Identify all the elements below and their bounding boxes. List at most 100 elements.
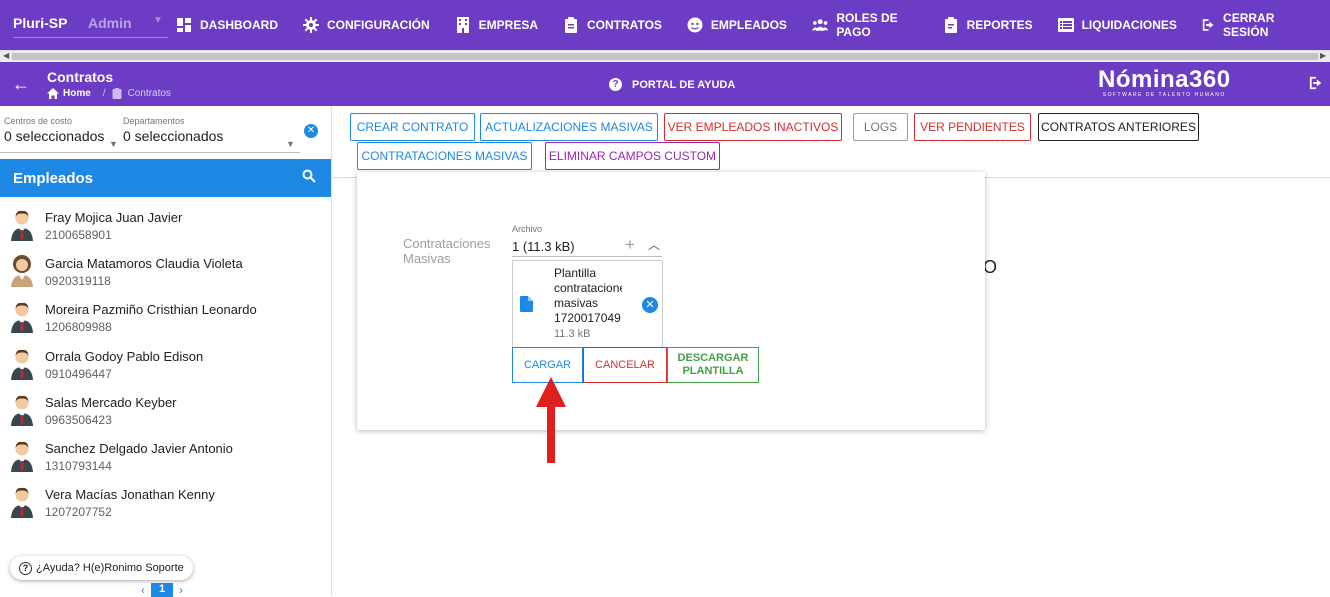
list-item[interactable]: Fray Mojica Juan Javier 2100658901 [0,201,331,247]
nav-configuracion[interactable]: CONFIGURACIÓN [303,14,430,36]
nav-label: CONTRATOS [587,18,662,32]
red-arrow-annotation [536,377,566,463]
role-selector[interactable]: Admin [88,15,132,31]
page-current[interactable]: 1 [151,583,173,597]
avatar [10,440,34,477]
list-item[interactable]: Moreira Pazmiño Cristhian Leonardo 120680… [0,293,331,339]
nav-empresa[interactable]: EMPRESA [455,14,538,36]
employees-header: Empleados [0,159,331,197]
list-item[interactable]: Orrala Godoy Pablo Edison 0910496447 [0,340,331,386]
help-chip-label: ¿Ayuda? H(e)Ronimo Soporte [36,562,184,574]
chevron-down-icon[interactable]: ▼ [286,139,295,149]
employee-list: Fray Mojica Juan Javier 2100658901 Garcia … [0,201,331,524]
scrollbar-thumb[interactable] [12,53,1318,60]
nav-label: LIQUIDACIONES [1081,18,1177,32]
crear-contrato-button[interactable]: CREAR CONTRATO [350,113,475,141]
help-portal-link[interactable]: ? PORTAL DE AYUDA [609,78,735,91]
clear-filters-icon[interactable]: ✕ [304,124,318,138]
chevron-right-icon[interactable]: › [173,583,189,597]
search-icon[interactable] [302,169,316,188]
main-content: CREAR CONTRATO ACTUALIZACIONES MASIVAS V… [333,106,1330,596]
breadcrumb-current: Contratos [127,88,171,99]
breadcrumb-home[interactable]: Home [63,88,91,99]
list-item[interactable]: Vera Macías Jonathan Kenny 1207207752 [0,478,331,524]
nav-roles-de-pago[interactable]: ROLES DE PAGO [811,11,918,39]
list-icon [1057,18,1074,32]
file-input-label: Archivo [512,224,543,234]
help-chip[interactable]: ? ¿Ayuda? H(e)Ronimo Soporte [10,556,193,580]
horizontal-scrollbar[interactable]: ◀ ▶ [0,50,1330,62]
top-nav-bar: Pluri-SP Admin ▼ DASHBOARD CONFIGURACIÓN… [0,0,1330,50]
descargar-plantilla-button[interactable]: DESCARGAR PLANTILLA [667,347,759,383]
actualizaciones-masivas-button[interactable]: ACTUALIZACIONES MASIVAS [480,113,658,141]
scroll-right-arrow-icon[interactable]: ▶ [1320,51,1326,60]
dashboard-icon [177,18,191,32]
employee-id: 1207207752 [45,505,112,520]
scroll-left-arrow-icon[interactable]: ◀ [3,51,9,60]
chevron-down-icon[interactable]: ▼ [109,139,118,149]
main-nav: DASHBOARD CONFIGURACIÓN EMPRESA CONTRATO… [176,11,1330,39]
nav-label: EMPLEADOS [710,18,787,32]
contratos-anteriores-button[interactable]: CONTRATOS ANTERIORES [1038,113,1199,141]
filter-label: Centros de costo [4,116,73,126]
clipboard-icon [565,17,578,33]
cancelar-button[interactable]: CANCELAR [583,347,667,383]
company-selector[interactable]: Pluri-SP [13,15,67,31]
people-icon [811,19,829,31]
question-icon: ? [609,78,622,91]
home-icon[interactable] [47,88,59,99]
employee-id: 0920319118 [45,274,111,289]
nav-label: CONFIGURACIÓN [327,18,430,32]
file-item: Plantilla contrataciones masivas 1720017… [512,260,663,348]
filter-value: 0 seleccionados [123,128,224,144]
nav-liquidaciones[interactable]: LIQUIDACIONES [1057,14,1177,36]
file-size: 11.3 kB [554,328,591,340]
employees-title: Empleados [13,170,94,187]
nav-reportes[interactable]: REPORTES [943,14,1033,36]
list-item[interactable]: Garcia Matamoros Claudia Violeta 09203191… [0,247,331,293]
logs-button[interactable]: LOGS [853,113,908,141]
logo: Nómina360 SOFTWARE DE TALENTO HUMANO [1098,66,1231,98]
nav-label: EMPRESA [478,18,539,32]
list-item[interactable]: Salas Mercado Keyber 0963506423 [0,386,331,432]
logo-tagline: SOFTWARE DE TALENTO HUMANO [1102,92,1226,98]
file-count: 1 (11.3 kB) [512,239,575,254]
employee-name: Salas Mercado Keyber [45,394,177,410]
document-icon [520,296,533,317]
employee-name: Vera Macías Jonathan Kenny [45,487,215,503]
filter-value: 0 seleccionados [4,128,105,144]
nav-label: CERRAR SESIÓN [1223,11,1275,39]
contrataciones-masivas-button[interactable]: CONTRATACIONES MASIVAS [357,142,532,170]
cost-center-filter[interactable]: Centros de costo 0 seleccionados ▼ [4,116,118,149]
eliminar-campos-custom-button[interactable]: ELIMINAR CAMPOS CUSTOM [545,142,720,170]
clipboard-icon [112,88,122,99]
avatar [10,348,34,385]
back-arrow-icon[interactable]: ← [12,74,30,95]
selector-underline [13,37,168,38]
employee-id: 1206809988 [45,320,112,335]
remove-file-icon[interactable]: ✕ [642,297,658,313]
nav-cerrar-sesion[interactable]: CERRAR SESIÓN [1202,11,1305,39]
filter-underline [0,152,300,153]
ver-pendientes-button[interactable]: VER PENDIENTES [914,113,1031,141]
add-file-icon[interactable]: + [625,235,635,255]
nav-label: DASHBOARD [200,18,278,32]
breadcrumb: Home / Contratos [47,88,171,99]
field-label: Contrataciones Masivas [403,236,491,266]
nav-contratos[interactable]: CONTRATOS [563,14,662,36]
ver-empleados-inactivos-button[interactable]: VER EMPLEADOS INACTIVOS [664,113,842,141]
employee-id: 2100658901 [45,228,112,242]
department-filter[interactable]: Departamentos 0 seleccionados ▼ [123,116,295,149]
employee-name: Moreira Pazmiño Cristhian Leonardo [45,302,257,318]
nav-empleados[interactable]: EMPLEADOS [687,14,787,36]
nav-dashboard[interactable]: DASHBOARD [176,14,278,36]
list-item[interactable]: Sanchez Delgado Javier Antonio 1310793144 [0,432,331,478]
employee-name: Orrala Godoy Pablo Edison [45,348,204,364]
file-input-underline [512,256,662,257]
exit-icon[interactable] [1309,76,1323,95]
filter-label: Departamentos [123,116,185,126]
chevron-up-icon[interactable]: ︿ [648,236,660,253]
chevron-down-icon[interactable]: ▼ [153,15,163,26]
chevron-left-icon[interactable]: ‹ [135,583,151,597]
report-icon [944,17,957,33]
